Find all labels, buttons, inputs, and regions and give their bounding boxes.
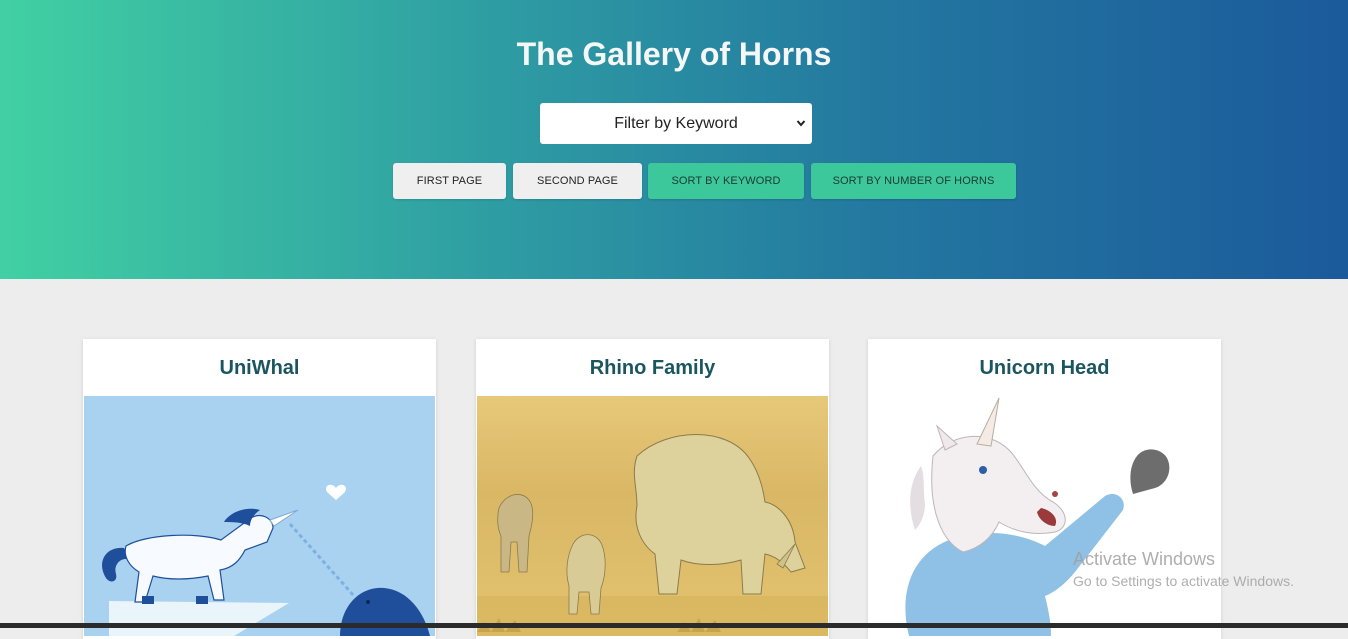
second-page-button[interactable]: Second Page	[513, 163, 642, 199]
card-title: UniWhal	[219, 357, 300, 379]
filter-select-value: Filter by Keyword	[614, 115, 738, 132]
sort-by-keyword-button[interactable]: Sort by Keyword	[648, 163, 804, 199]
chevron-down-icon	[796, 120, 806, 127]
taskbar-edge	[0, 623, 1348, 628]
horn-card[interactable]: Rhino Family	[476, 339, 829, 639]
card-title: Unicorn Head	[979, 357, 1110, 379]
first-page-button[interactable]: First Page	[393, 163, 506, 199]
card-image-unicorn-head	[869, 396, 1220, 636]
horn-card[interactable]: UniWhal	[83, 339, 436, 639]
page-title: The Gallery of Horns	[516, 36, 832, 72]
page-header: The Gallery of Horns Filter by Keyword F…	[0, 0, 1348, 279]
card-title: Rhino Family	[589, 357, 716, 379]
horn-card[interactable]: Unicorn Head	[868, 339, 1221, 639]
windows-activation-watermark: Activate Windows Go to Settings to activ…	[1073, 548, 1294, 591]
watermark-title: Activate Windows	[1073, 549, 1216, 569]
card-image-uniwhal	[84, 396, 435, 636]
watermark-subtitle: Go to Settings to activate Windows.	[1073, 573, 1294, 589]
sort-by-horns-button[interactable]: Sort by Number of Horns	[811, 163, 1016, 199]
keyword-filter-select[interactable]: Filter by Keyword	[540, 103, 812, 144]
card-image-rhino-family	[477, 396, 828, 636]
